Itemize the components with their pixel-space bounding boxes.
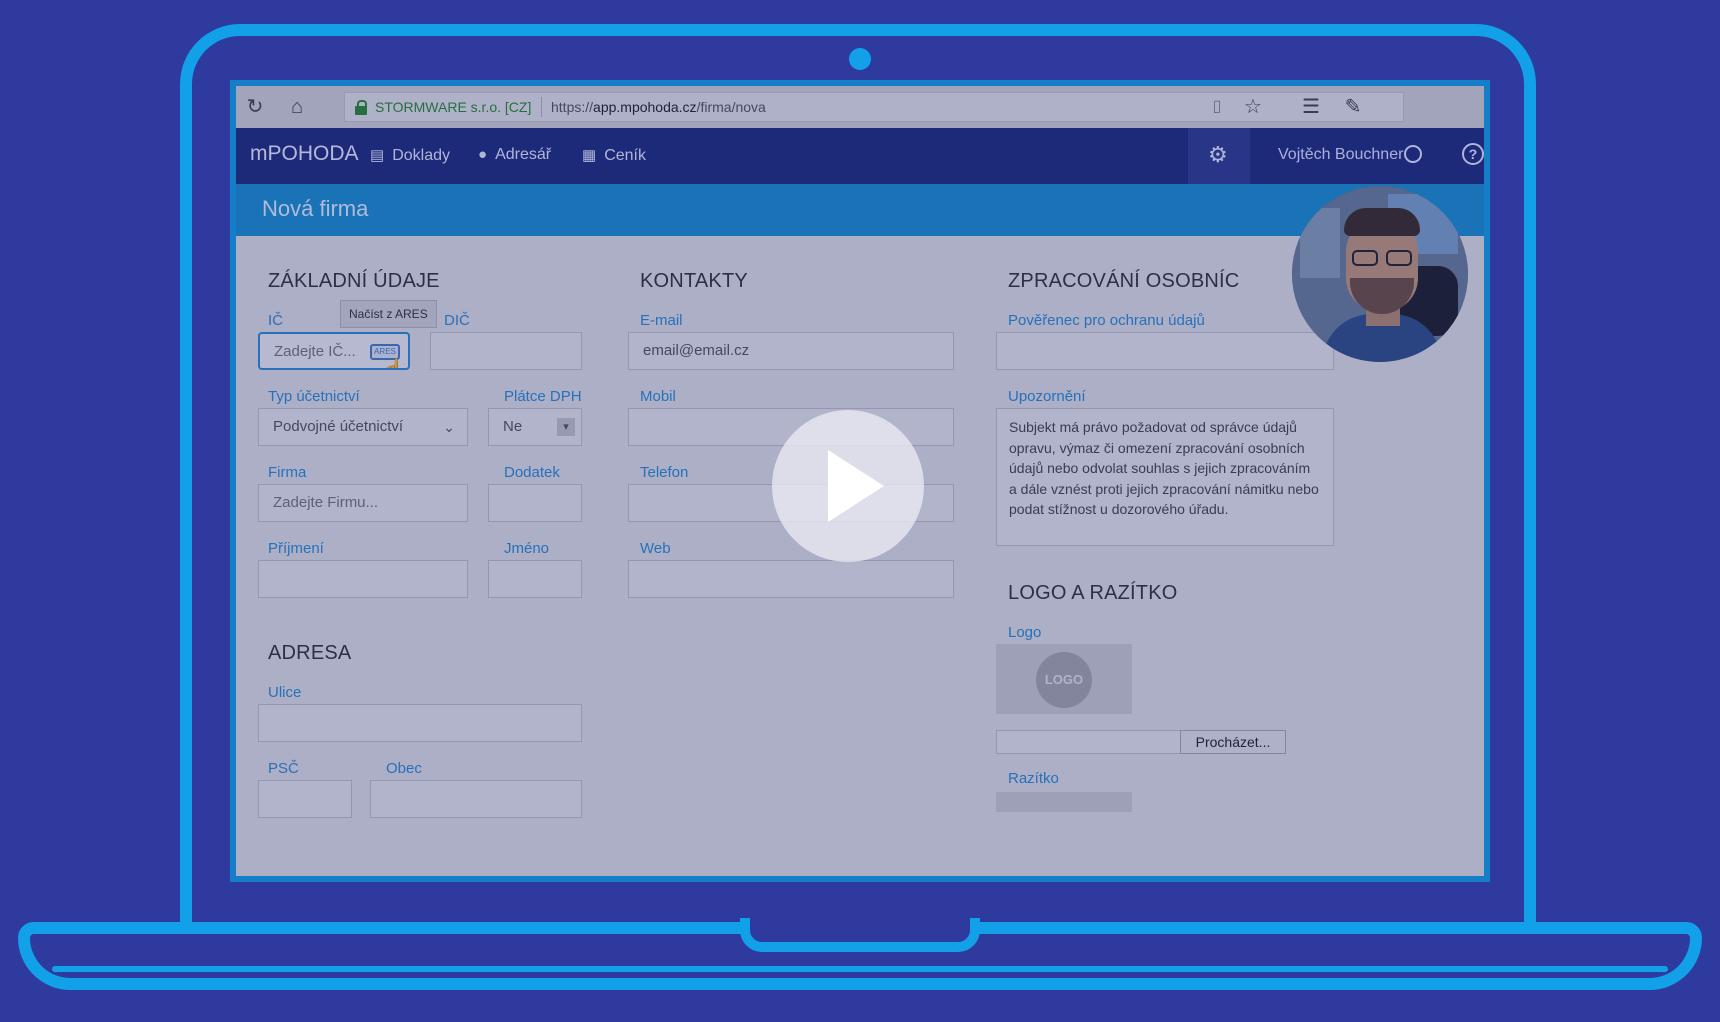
laptop-base-notch <box>740 918 980 952</box>
laptop-base-line <box>52 966 1668 972</box>
laptop-camera <box>849 48 871 70</box>
play-button[interactable] <box>772 410 924 562</box>
play-icon <box>828 450 884 522</box>
